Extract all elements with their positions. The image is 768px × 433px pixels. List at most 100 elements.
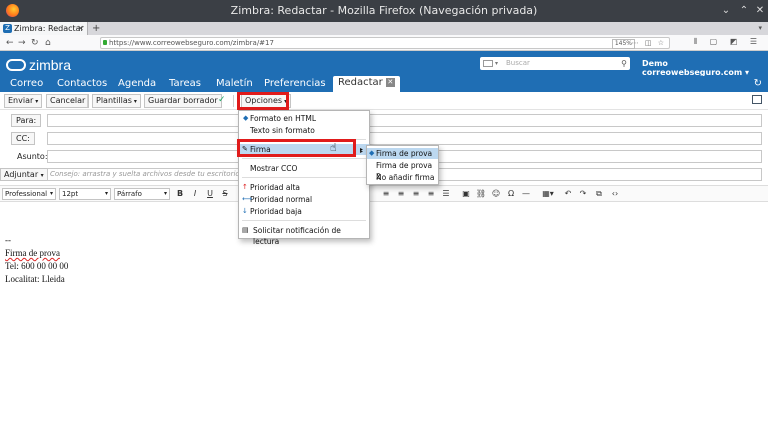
submenu-item-no-signature[interactable]: No añadir firma	[367, 172, 438, 183]
submenu-item-firma-de-prova[interactable]: ◆ Firma de prova	[367, 148, 438, 159]
font-value: Professional	[5, 190, 48, 198]
spellcheck-icon[interactable]: ✓	[218, 95, 226, 105]
send-button[interactable]: Enviar ▾	[4, 94, 43, 108]
size-select[interactable]: 12pt ▾	[59, 188, 111, 200]
paste-icon[interactable]: ⧉	[593, 188, 605, 200]
horizontal-rule-icon[interactable]: —	[520, 188, 532, 200]
align-center-icon[interactable]: ≡	[395, 188, 407, 200]
browser-tab[interactable]: Z Zimbra: Redactar ✕	[0, 22, 88, 35]
back-icon[interactable]: ←	[6, 36, 14, 50]
templates-button[interactable]: Plantillas ▾	[92, 94, 141, 108]
arrow-down-icon: ↓	[242, 207, 248, 215]
normal-priority-icon: ⟷	[242, 195, 253, 203]
chevron-down-icon[interactable]: ▾	[495, 57, 498, 70]
app-tabs: Correo Contactos Agenda Tareas Maletín P…	[0, 76, 768, 92]
save-draft-button[interactable]: Guardar borrador	[144, 94, 222, 108]
maximize-icon[interactable]: ⌃	[736, 3, 752, 19]
popout-icon[interactable]	[752, 95, 762, 104]
tabs-dropdown-icon[interactable]: ▾	[758, 22, 762, 35]
attach-button[interactable]: Adjuntar ▾	[0, 168, 48, 181]
zimbra-header: zimbra ▾ Buscar ⚲ Demo correowebseguro.c…	[0, 51, 768, 77]
menu-item-html[interactable]: ◆ Formato en HTML	[239, 113, 369, 124]
mail-search-type-icon[interactable]	[483, 60, 493, 67]
redo-icon[interactable]: ↷	[577, 188, 589, 200]
tab-preferencias[interactable]: Preferencias	[264, 77, 326, 91]
toolbar-divider	[233, 95, 234, 107]
strikethrough-icon[interactable]: S	[219, 188, 231, 200]
signature-line: Localitat: Lleida	[5, 274, 65, 284]
menu-item-show-bcc[interactable]: Mostrar CCO	[239, 163, 369, 174]
forward-icon[interactable]: →	[18, 36, 26, 50]
source-code-icon[interactable]: ‹›	[609, 188, 621, 200]
undo-icon[interactable]: ↶	[562, 188, 574, 200]
tab-close-icon[interactable]: ✕	[77, 22, 84, 35]
submenu-pointer-icon: ▸	[360, 148, 364, 155]
close-window-icon[interactable]: ✕	[752, 3, 768, 19]
browser-tab-title: Zimbra: Redactar	[14, 24, 84, 33]
menu-item-plain-text[interactable]: Texto sin formato	[239, 125, 369, 136]
url-actions-icon[interactable]: ⋯ ◫ ☆	[632, 38, 666, 48]
lock-icon	[103, 40, 107, 45]
align-right-icon[interactable]: ≡	[410, 188, 422, 200]
refresh-icon[interactable]: ↻	[754, 78, 762, 89]
table-icon[interactable]: ▦▾	[538, 188, 558, 200]
window-titlebar: Zimbra: Redactar - Mozilla Firefox (Nave…	[0, 0, 768, 22]
underline-icon[interactable]: U	[204, 188, 216, 200]
search-input[interactable]: ▾ Buscar ⚲	[480, 57, 630, 70]
cc-input[interactable]	[47, 132, 762, 145]
options-menu: ◆ Formato en HTML Texto sin formato ✎ Firm…	[238, 110, 370, 246]
align-justify-icon[interactable]: ≡	[425, 188, 437, 200]
emoji-icon[interactable]: ☺	[490, 188, 502, 200]
toolbar-icons[interactable]: ⫴ ▢ ◩ ☰	[694, 37, 762, 47]
tab-maletin[interactable]: Maletín	[216, 77, 253, 91]
search-icon[interactable]: ⚲	[621, 57, 627, 70]
italic-icon[interactable]: I	[189, 188, 201, 200]
block-value: Párrafo	[117, 190, 142, 198]
cancel-button[interactable]: Cancelar	[46, 94, 90, 108]
selected-dot-icon: ◆	[369, 149, 375, 157]
bold-icon[interactable]: B	[174, 188, 186, 200]
menu-item-priority-normal[interactable]: ⟷ Prioridad normal	[239, 194, 369, 205]
menu-item-priority-high[interactable]: ↑ Prioridad alta	[239, 182, 369, 193]
menu-label: Formato en HTML	[250, 114, 317, 123]
tab-contactos[interactable]: Contactos	[57, 77, 107, 91]
to-input[interactable]	[47, 114, 762, 127]
align-left-icon[interactable]: ≡	[380, 188, 392, 200]
font-select[interactable]: Professional ▾	[2, 188, 56, 200]
tab-tareas[interactable]: Tareas	[169, 77, 201, 91]
tab-correo[interactable]: Correo	[10, 77, 43, 91]
to-button[interactable]: Para:	[11, 114, 42, 127]
message-editor[interactable]: -- Firma de prova Tel: 600 00 00 00 Loca…	[0, 203, 768, 433]
browser-navbar: ← → ↻ ⌂ https://www.correowebseguro.com/…	[0, 35, 768, 51]
tab-agenda[interactable]: Agenda	[118, 77, 156, 91]
block-select[interactable]: Párrafo ▾	[114, 188, 170, 200]
templates-label: Plantillas	[96, 96, 132, 105]
menu-item-priority-low[interactable]: ↓ Prioridad baja	[239, 206, 369, 217]
tab-redactar-label: Redactar	[338, 77, 383, 88]
special-char-icon[interactable]: Ω	[505, 188, 517, 200]
home-icon[interactable]: ⌂	[45, 36, 51, 50]
justify-icon[interactable]: ☰	[440, 188, 452, 200]
tab-redactar[interactable]: Redactar ✕	[333, 76, 400, 92]
size-value: 12pt	[62, 190, 79, 198]
receipt-icon: ▤	[242, 226, 249, 234]
reload-icon[interactable]: ↻	[31, 36, 39, 50]
image-icon[interactable]: ▣	[460, 188, 472, 200]
cc-button[interactable]: CC:	[11, 132, 35, 145]
search-placeholder: Buscar	[506, 59, 530, 67]
submenu-item-firma-de-prova-2[interactable]: Firma de prova 2	[367, 160, 438, 181]
signature-submenu: ◆ Firma de prova Firma de prova 2 No añad…	[366, 145, 439, 185]
url-bar[interactable]: https://www.correowebseguro.com/zimbra/#…	[100, 37, 670, 49]
minimize-icon[interactable]: ⌄	[718, 3, 734, 19]
subject-label: Asunto:	[17, 152, 48, 161]
signature-line: Firma de prova	[5, 248, 60, 258]
window-title: Zimbra: Redactar - Mozilla Firefox (Nave…	[230, 4, 538, 17]
selected-dot-icon: ◆	[243, 114, 249, 122]
link-icon[interactable]: ⛓	[475, 188, 487, 200]
user-menu[interactable]: Demo correowebseguro.com ▾	[642, 59, 768, 77]
menu-item-read-receipt[interactable]: ▤ Solicitar notificación de lectura	[239, 225, 369, 246]
close-tab-icon[interactable]: ✕	[385, 78, 395, 87]
new-tab-button[interactable]: +	[92, 22, 100, 35]
zimbra-mark-icon	[6, 59, 26, 71]
options-highlight	[237, 92, 289, 110]
